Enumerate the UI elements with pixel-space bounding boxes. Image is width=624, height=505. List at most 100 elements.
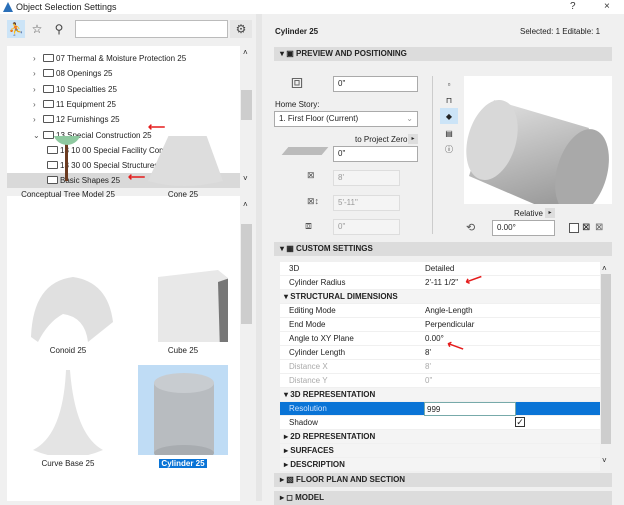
tree-item[interactable]: › 11 Equipment 25 <box>7 97 240 112</box>
favorites-button[interactable]: ☆ <box>28 20 46 38</box>
depth-field[interactable]: 5'-11" <box>333 195 400 211</box>
scrollbar-thumb[interactable] <box>601 274 611 444</box>
param-row[interactable]: Distance X 8' <box>280 360 600 374</box>
project-zero-field[interactable]: 0" <box>333 146 418 162</box>
curve-thumbnail <box>23 365 113 455</box>
cube-thumbnail <box>138 252 228 342</box>
rotation-angle-field[interactable]: 0.00° <box>492 220 555 236</box>
param-value[interactable]: 0.00° <box>425 332 444 346</box>
library-item[interactable]: Conceptual Tree Model 25 <box>13 136 123 199</box>
param-row[interactable]: ▾ STRUCTURAL DIMENSIONS <box>280 290 600 304</box>
scroll-down-icon[interactable]: ˅ <box>243 174 248 183</box>
caret-right-icon[interactable]: ▸ <box>284 432 288 441</box>
group-label: SURFACES <box>290 446 334 455</box>
scroll-up-icon[interactable]: ˄ <box>243 200 248 209</box>
param-row[interactable]: End Mode Perpendicular <box>280 318 600 332</box>
tree-scrollbar[interactable]: ˄ ˅ <box>240 46 253 188</box>
library-item[interactable]: Cube 25 <box>128 252 238 355</box>
tree-item[interactable]: › 07 Thermal & Moisture Protection 25 <box>7 51 240 66</box>
app-icon <box>3 2 13 12</box>
group-label: 3D REPRESENTATION <box>290 390 376 399</box>
tree-item-label: 07 Thermal & Moisture Protection 25 <box>56 54 187 63</box>
param-value[interactable]: Perpendicular <box>425 318 474 332</box>
section-title: CUSTOM SETTINGS <box>296 244 373 253</box>
caret-down-icon[interactable]: ▾ <box>284 390 288 399</box>
mirror-x-button[interactable]: ⊠ <box>582 222 590 233</box>
section-model[interactable]: ▸ ◻ MODEL <box>274 491 612 505</box>
scroll-up-icon[interactable]: ˄ <box>602 264 607 273</box>
title-bar: Object Selection Settings ? × <box>0 0 624 14</box>
param-row[interactable]: 3D Detailed <box>280 262 600 276</box>
elevation-field[interactable]: 0" <box>333 76 418 92</box>
chevron-right-icon[interactable]: › <box>33 112 43 127</box>
section-view-button[interactable]: ⊓ <box>442 94 456 106</box>
width-field[interactable]: 8' <box>333 170 400 186</box>
settings-menu-button[interactable]: ⚙ <box>230 20 252 38</box>
help-button[interactable]: ? <box>570 1 576 12</box>
home-story-select[interactable]: 1. First Floor (Current) ⌄ <box>274 111 418 127</box>
param-row[interactable]: Cylinder Radius 2'-11 1/2" <box>280 276 600 290</box>
scroll-up-icon[interactable]: ˄ <box>243 48 248 57</box>
param-value[interactable]: 8' <box>425 360 431 374</box>
params-scrollbar[interactable]: ˄ ˅ <box>600 262 612 470</box>
tree-item[interactable]: › 08 Openings 25 <box>7 66 240 81</box>
cylinder-thumbnail <box>138 365 228 455</box>
param-row[interactable]: ▸ SURFACES <box>280 444 600 458</box>
elevation-view-button[interactable]: ▤ <box>442 127 456 139</box>
param-row[interactable]: Distance Y 0" <box>280 374 600 388</box>
conoid-thumbnail <box>23 252 113 342</box>
object-type-button[interactable]: ⛹ <box>7 20 25 38</box>
chevron-right-icon[interactable]: › <box>33 97 43 112</box>
chevron-right-icon[interactable]: › <box>33 66 43 81</box>
tree-item[interactable]: › 12 Furnishings 25 <box>7 112 240 127</box>
cylinder-preview-image <box>466 100 609 216</box>
caret-right-icon[interactable]: ▸ <box>284 460 288 469</box>
library-scrollbar[interactable]: ˄ <box>240 196 253 501</box>
chevron-right-icon[interactable]: › <box>33 82 43 97</box>
tree-item-label: 11 Equipment 25 <box>56 99 116 109</box>
param-value[interactable]: Angle-Length <box>425 304 473 318</box>
param-row[interactable]: ▸ DESCRIPTION <box>280 458 600 472</box>
section-preview-positioning[interactable]: ▾ ▣ PREVIEW AND POSITIONING <box>274 47 612 61</box>
param-row[interactable]: Cylinder Length 8' <box>280 346 600 360</box>
scrollbar-thumb[interactable] <box>241 224 252 324</box>
caret-right-icon[interactable]: ▸ <box>284 446 288 455</box>
param-row[interactable]: Shadow ✓ <box>280 416 600 430</box>
param-row[interactable]: Resolution 999 <box>280 402 600 416</box>
resolution-input[interactable]: 999 <box>424 402 516 416</box>
info-button[interactable]: ⓘ <box>442 143 456 155</box>
param-row[interactable]: ▾ 3D REPRESENTATION <box>280 388 600 402</box>
reference-menu-button[interactable]: ▸ <box>408 134 418 144</box>
library-item[interactable]: Conoid 25 <box>13 252 123 355</box>
search-input[interactable] <box>75 20 228 38</box>
floor-plan-icon: ▧ <box>286 475 294 484</box>
relative-menu-button[interactable]: ▸ <box>545 208 555 218</box>
shadow-checkbox[interactable]: ✓ <box>515 417 525 427</box>
param-row[interactable]: Editing Mode Angle-Length <box>280 304 600 318</box>
scroll-down-icon[interactable]: ˅ <box>602 456 607 465</box>
param-value[interactable]: 0" <box>425 374 432 388</box>
mirror-y-button[interactable]: ⊠ <box>595 222 603 233</box>
3d-view-button[interactable]: ◆ <box>440 108 458 124</box>
close-button[interactable]: × <box>604 1 610 12</box>
library-item[interactable]: Cone 25 <box>128 136 238 199</box>
plan-view-button[interactable]: ▫ <box>442 78 456 90</box>
library-item[interactable]: Cylinder 25 <box>128 365 238 468</box>
mirror-none-checkbox[interactable] <box>569 223 579 233</box>
tree-item[interactable]: › 10 Specialties 25 <box>7 82 240 97</box>
scrollbar-thumb[interactable] <box>241 90 252 120</box>
section-custom-settings[interactable]: ▾ ▦ CUSTOM SETTINGS <box>274 242 612 256</box>
section-floor-plan[interactable]: ▸ ▧ FLOOR PLAN AND SECTION <box>274 473 612 487</box>
param-row[interactable]: ▸ 2D REPRESENTATION <box>280 430 600 444</box>
rotation-icon: ⟲ <box>466 222 476 234</box>
search-button[interactable]: ⚲ <box>50 20 68 38</box>
library-item[interactable]: Curve Base 25 <box>13 365 123 468</box>
height-field[interactable]: 0" <box>333 219 400 235</box>
param-value[interactable]: 2'-11 1/2" <box>425 276 458 290</box>
chevron-right-icon[interactable]: › <box>33 51 43 66</box>
param-value[interactable]: 8' <box>425 346 431 360</box>
caret-down-icon[interactable]: ▾ <box>284 292 288 301</box>
tree-item-label: 08 Openings 25 <box>56 69 113 79</box>
param-row[interactable]: Angle to XY Plane 0.00° <box>280 332 600 346</box>
param-value[interactable]: Detailed <box>425 262 454 276</box>
